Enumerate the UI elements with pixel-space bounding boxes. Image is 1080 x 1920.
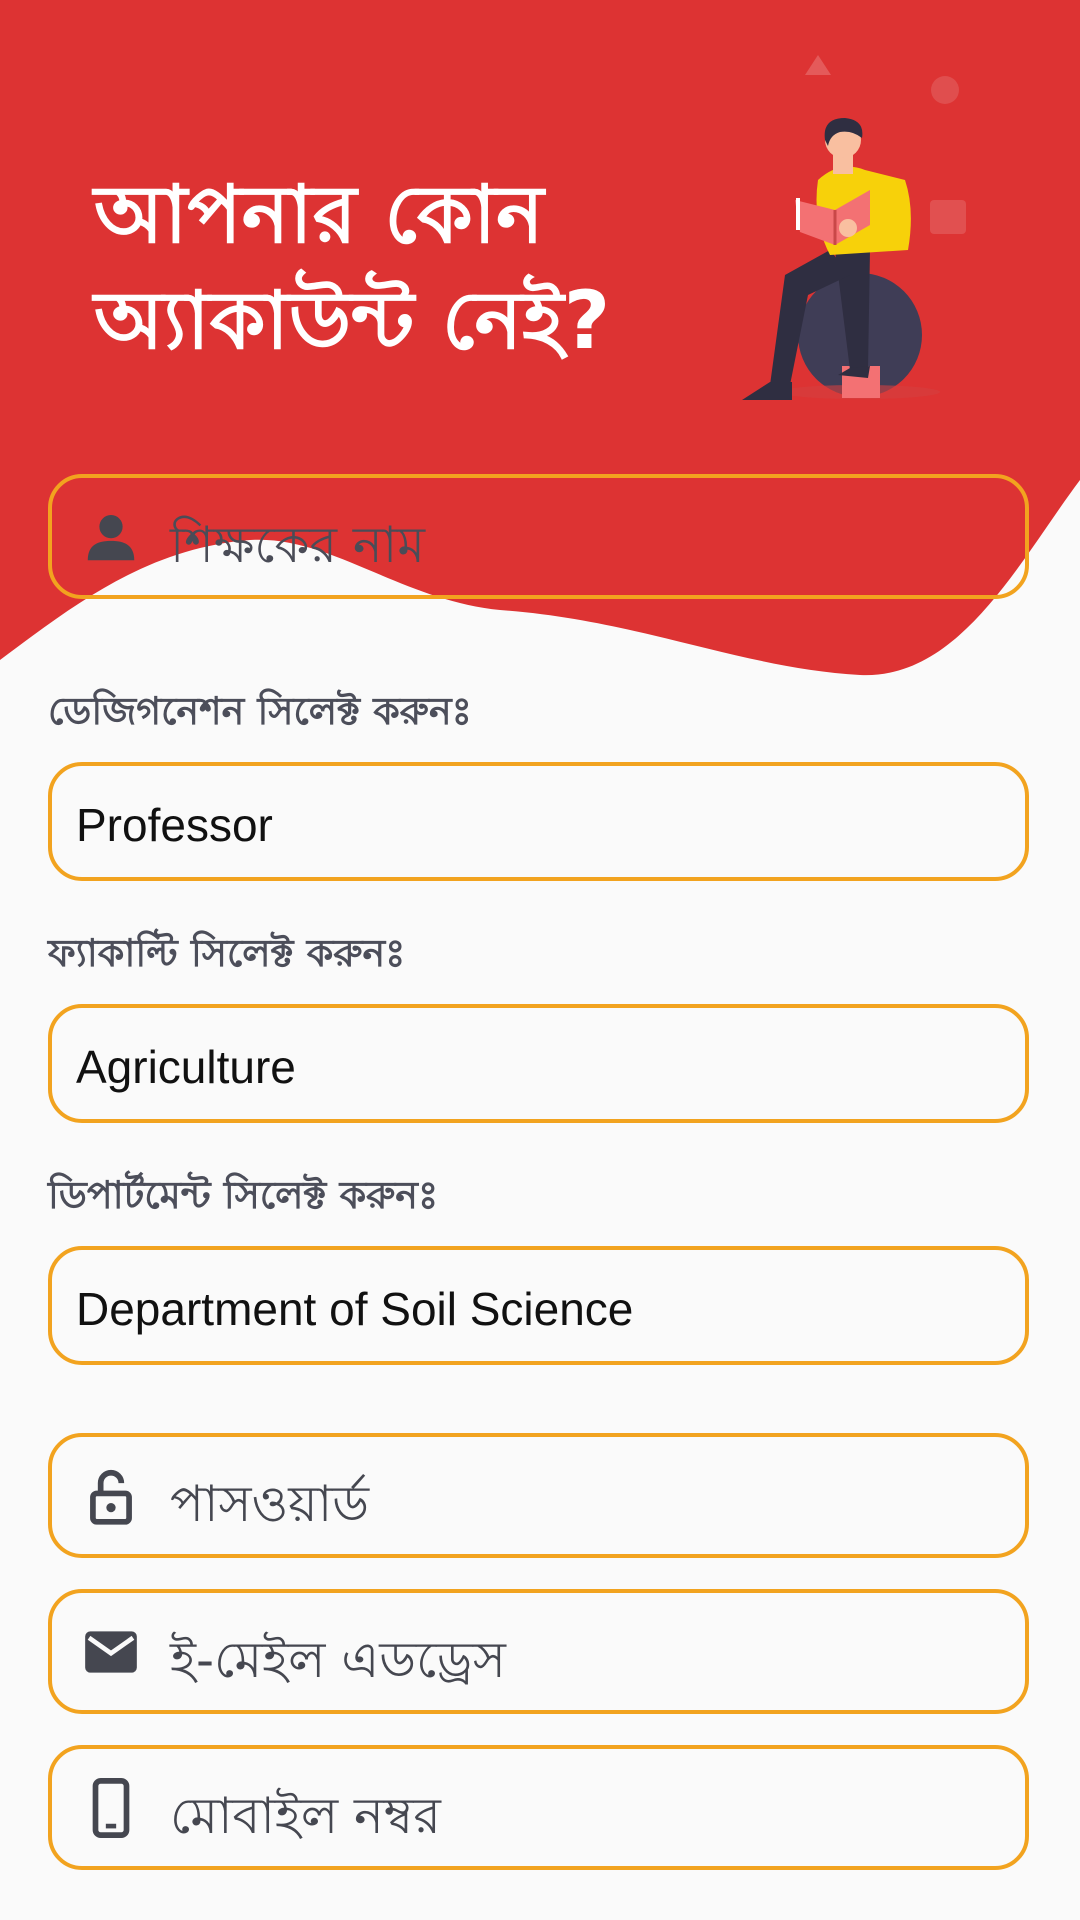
teacher-name-placeholder: শিক্ষকের নাম [170, 516, 425, 574]
lock-open-icon [80, 1465, 142, 1527]
envelope-icon [80, 1621, 142, 1683]
person-icon [80, 506, 142, 568]
faculty-label: ফ্যাকাল্টি সিলেক্ট করুনঃ [48, 931, 406, 975]
faculty-select[interactable]: Agriculture [48, 1004, 1029, 1123]
department-label: ডিপার্টমেন্ট সিলেক্ট করুনঃ [48, 1173, 439, 1217]
page-title: আপনার কোন অ্যাকাউন্ট নেই? [94, 162, 734, 374]
department-value: Department of Soil Science [76, 1283, 634, 1335]
faculty-value: Agriculture [76, 1041, 296, 1093]
password-field[interactable]: পাসওয়ার্ড [48, 1433, 1029, 1558]
designation-label: ডেজিগনেশন সিলেক্ট করুনঃ [48, 689, 472, 733]
mobile-field[interactable]: মোবাইল নম্বর [48, 1745, 1029, 1870]
designation-value: Professor [76, 799, 273, 851]
page-title-line-1: আপনার কোন [94, 168, 544, 261]
password-placeholder: পাসওয়ার্ড [170, 1475, 370, 1533]
mobile-placeholder: মোবাইল নম্বর [170, 1787, 441, 1845]
email-field[interactable]: ই-মেইল এডড্রেস [48, 1589, 1029, 1714]
page-title-line-2: অ্যাকাউন্ট নেই? [94, 274, 611, 367]
reading-person-illustration [742, 55, 966, 400]
teacher-name-field[interactable]: শিক্ষকের নাম [48, 474, 1029, 599]
smartphone-icon [80, 1777, 142, 1839]
email-placeholder: ই-মেইল এডড্রেস [170, 1631, 506, 1689]
designation-select[interactable]: Professor [48, 762, 1029, 881]
department-select[interactable]: Department of Soil Science [48, 1246, 1029, 1365]
